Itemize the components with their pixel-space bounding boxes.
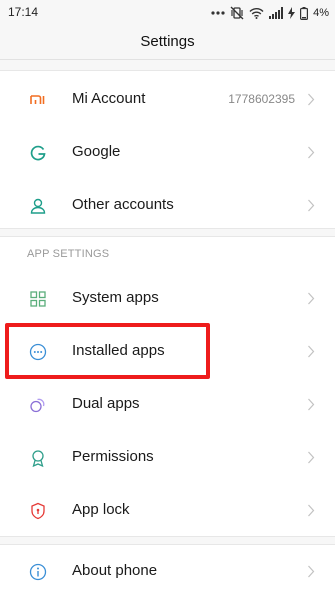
settings-item-system-apps[interactable]: System apps [0, 272, 335, 325]
settings-item-permissions[interactable]: Permissions [0, 431, 335, 484]
settings-item-mi-account[interactable]: Mi Account 1778602395 [0, 73, 335, 126]
settings-item-dual-apps[interactable]: Dual apps [0, 378, 335, 431]
settings-item-label: Permissions [72, 448, 154, 465]
google-g-icon [28, 143, 48, 163]
info-icon [28, 562, 48, 582]
settings-item-label: Mi Account [72, 90, 146, 107]
dual-circles-icon [28, 395, 48, 415]
page-header: Settings [0, 26, 335, 60]
mi-account-id: 1778602395 [228, 92, 295, 106]
settings-item-label: Other accounts [72, 196, 174, 213]
status-bar: 17:14 4% [0, 0, 335, 26]
chevron-right-icon [308, 146, 315, 159]
charging-bolt-icon [288, 7, 296, 19]
device-group: About phone [0, 544, 335, 596]
settings-item-google[interactable]: Google [0, 126, 335, 179]
signal-icon [269, 7, 284, 19]
app-settings-group: APP SETTINGS System apps Installed apps … [0, 236, 335, 537]
battery-percent: 4% [313, 7, 329, 19]
status-icons: 4% [211, 4, 329, 22]
grid-icon [28, 289, 48, 309]
settings-item-label: Dual apps [72, 395, 140, 412]
mi-logo-icon [28, 90, 48, 110]
chevron-right-icon [308, 398, 315, 411]
accounts-group: Mi Account 1778602395 Google Other accou… [0, 70, 335, 229]
chevron-right-icon [308, 93, 315, 106]
settings-item-about-phone[interactable]: About phone [0, 545, 335, 596]
shield-lock-icon [28, 501, 48, 521]
chevron-right-icon [308, 565, 315, 578]
wifi-icon [249, 7, 264, 19]
chevron-right-icon [308, 451, 315, 464]
settings-item-label: System apps [72, 289, 159, 306]
more-dots-icon [211, 11, 225, 15]
settings-item-label: App lock [72, 501, 130, 518]
page-title: Settings [140, 33, 195, 50]
settings-item-label: About phone [72, 562, 158, 579]
chevron-right-icon [308, 345, 315, 358]
settings-item-other-accounts[interactable]: Other accounts [0, 179, 335, 232]
settings-item-app-lock[interactable]: App lock [0, 484, 335, 537]
chevron-right-icon [308, 199, 315, 212]
chevron-right-icon [308, 292, 315, 305]
badge-icon [28, 448, 48, 468]
settings-item-label: Google [72, 143, 121, 160]
section-header-app-settings: APP SETTINGS [27, 248, 110, 260]
chevron-right-icon [308, 504, 315, 517]
highlight-box [5, 323, 210, 379]
person-icon [28, 196, 48, 216]
battery-icon [300, 6, 309, 20]
status-time: 17:14 [8, 5, 39, 19]
vibrate-off-icon [230, 6, 244, 20]
